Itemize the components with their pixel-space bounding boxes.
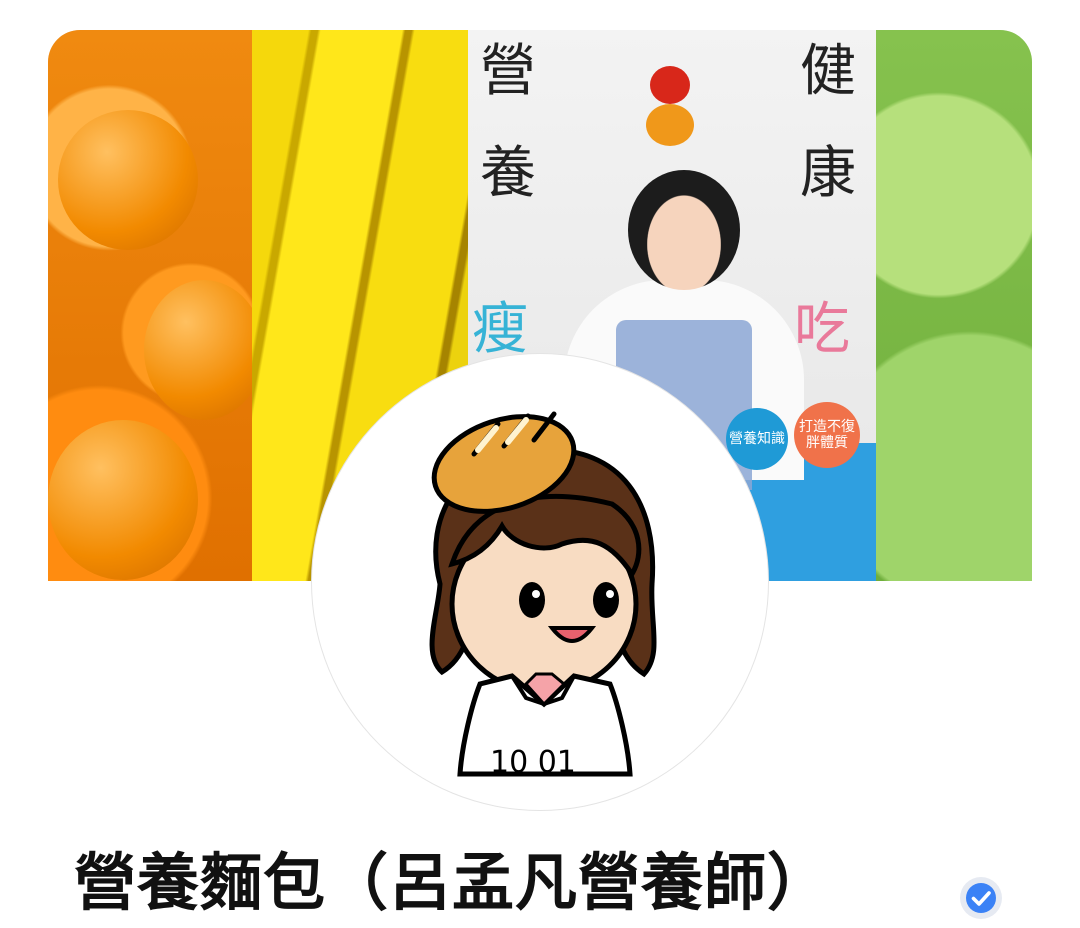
cover-oranges-image [48,30,252,581]
tomato-image [650,66,690,104]
book-title-char: 健 [800,39,856,104]
profile-name: 營養麵包（呂孟凡營養師） [74,846,831,919]
book-title-char: 康 [800,141,856,206]
book-title-char: 營 [480,39,536,104]
cover-cabbage-image [876,30,1032,581]
pumpkin-image [646,104,694,146]
nutritionist-cartoon-icon: 10 01 [429,411,657,780]
profile-avatar[interactable]: 10 01 [312,354,768,810]
book-title-char: 養 [480,141,536,206]
book-badge-body: 打造不復胖體質 [794,402,860,468]
author-head-image [628,170,740,290]
book-title-accent: 瘦 [472,297,528,362]
svg-text:10 01: 10 01 [490,745,576,780]
verified-badge-icon[interactable] [958,875,1004,921]
book-title-accent: 吃 [794,297,850,362]
